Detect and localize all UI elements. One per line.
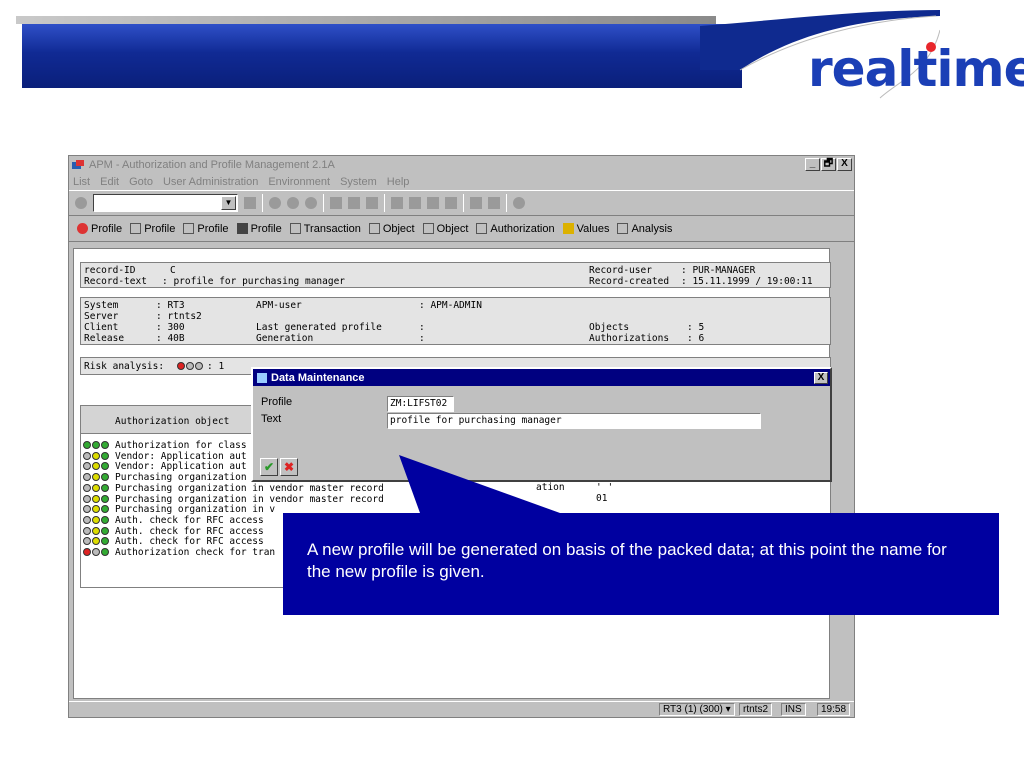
callout-text: A new profile will be generated on basis… [307,540,947,581]
callout-pointer [399,455,560,513]
callout-box: A new profile will be generated on basis… [283,513,999,615]
